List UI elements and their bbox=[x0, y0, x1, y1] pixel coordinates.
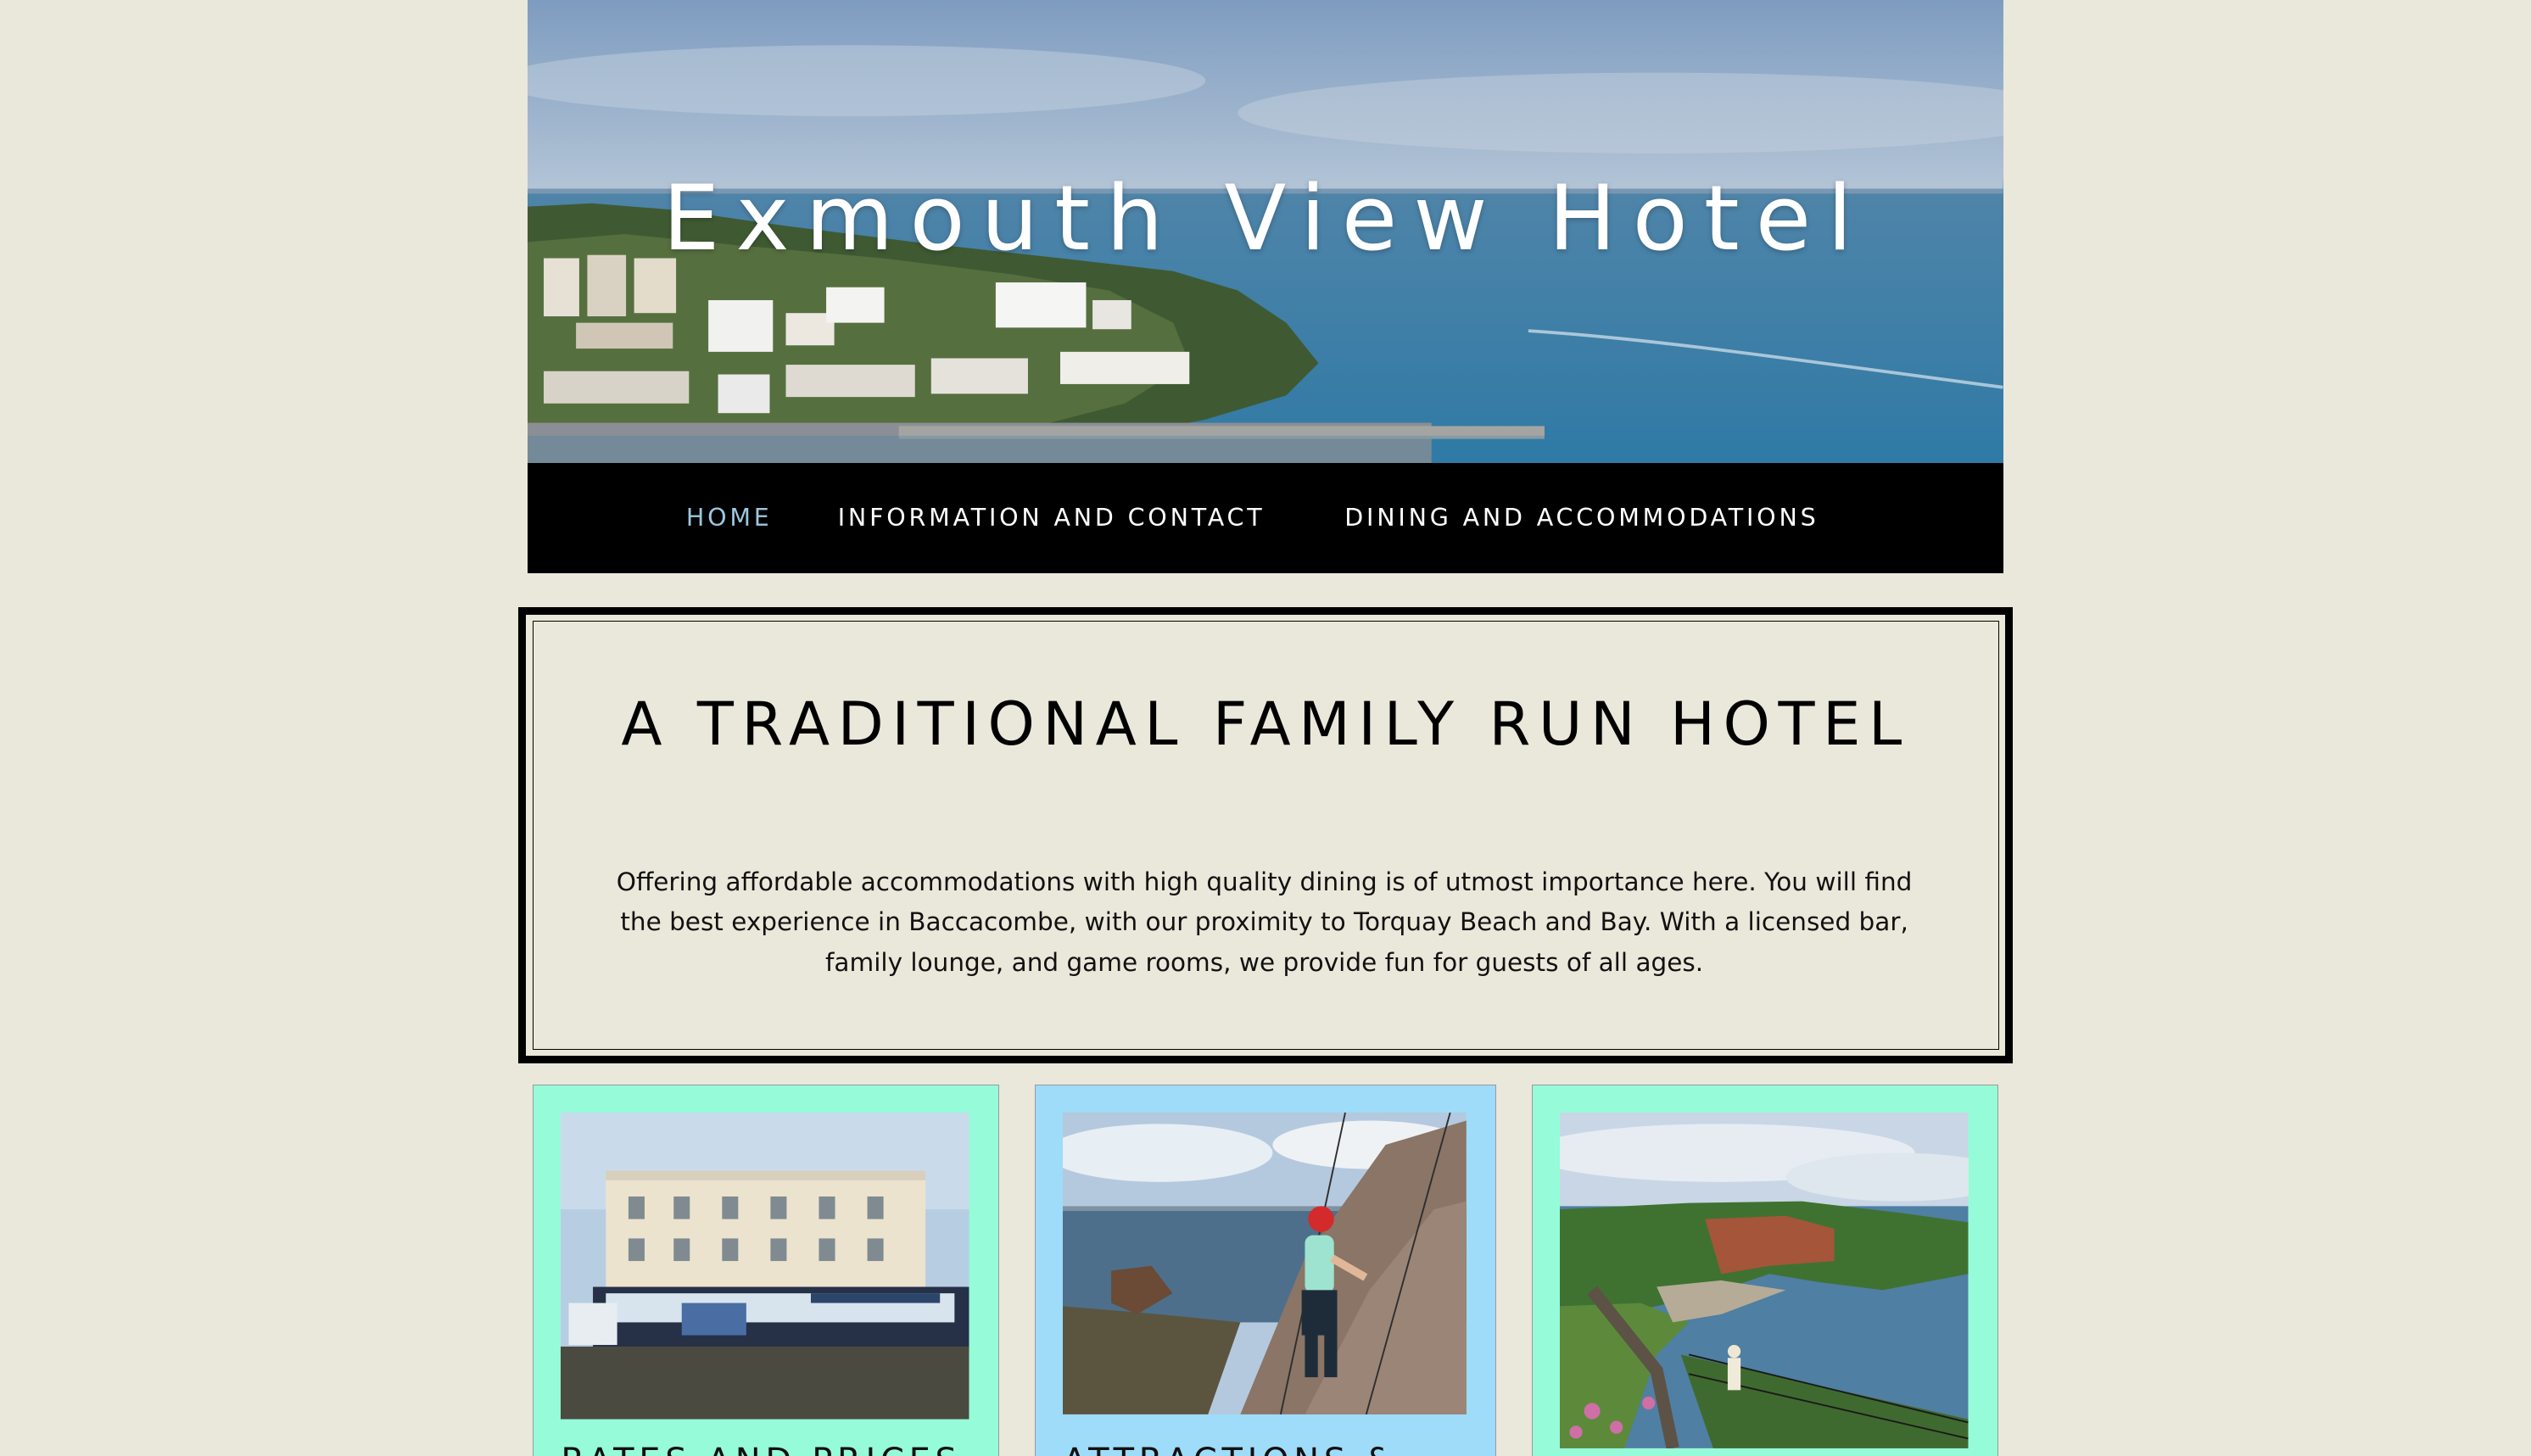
main-navigation: HOME INFORMATION AND CONTACT DINING AND … bbox=[528, 463, 2003, 573]
intro-heading: A TRADITIONAL FAMILY RUN HOTEL bbox=[621, 689, 1910, 760]
nav-item-home[interactable]: HOME bbox=[686, 504, 773, 532]
intro-inner-border: A TRADITIONAL FAMILY RUN HOTEL Offering … bbox=[532, 621, 1999, 1050]
card-coastal-view[interactable] bbox=[1532, 1084, 1999, 1456]
site-title: Exmouth View Hotel bbox=[662, 166, 1869, 272]
intro-body-text: Offering affordable accommodations with … bbox=[616, 867, 1913, 977]
hotel-building-photo[interactable] bbox=[561, 1113, 969, 1420]
intro-box: A TRADITIONAL FAMILY RUN HOTEL Offering … bbox=[517, 606, 2014, 1064]
coastal-cliff-photo[interactable] bbox=[1560, 1113, 1969, 1449]
nav-item-dining-and-accommodations[interactable]: DINING AND ACCOMMODATIONS bbox=[1344, 504, 1819, 532]
page: Exmouth View Hotel HOME INFORMATION AND … bbox=[0, 0, 2531, 1456]
card-rates-and-prices[interactable]: RATES AND PRICES bbox=[533, 1084, 999, 1456]
card-attractions[interactable]: ATTRACTIONS & bbox=[1034, 1084, 1497, 1456]
hero-banner: Exmouth View Hotel bbox=[528, 0, 2003, 464]
card-title-rates-and-prices[interactable]: RATES AND PRICES bbox=[561, 1442, 961, 1455]
nav-item-information-and-contact[interactable]: INFORMATION AND CONTACT bbox=[838, 504, 1266, 532]
rock-climber-photo[interactable] bbox=[1063, 1113, 1467, 1415]
card-title-attractions[interactable]: ATTRACTIONS & bbox=[1063, 1442, 1397, 1455]
